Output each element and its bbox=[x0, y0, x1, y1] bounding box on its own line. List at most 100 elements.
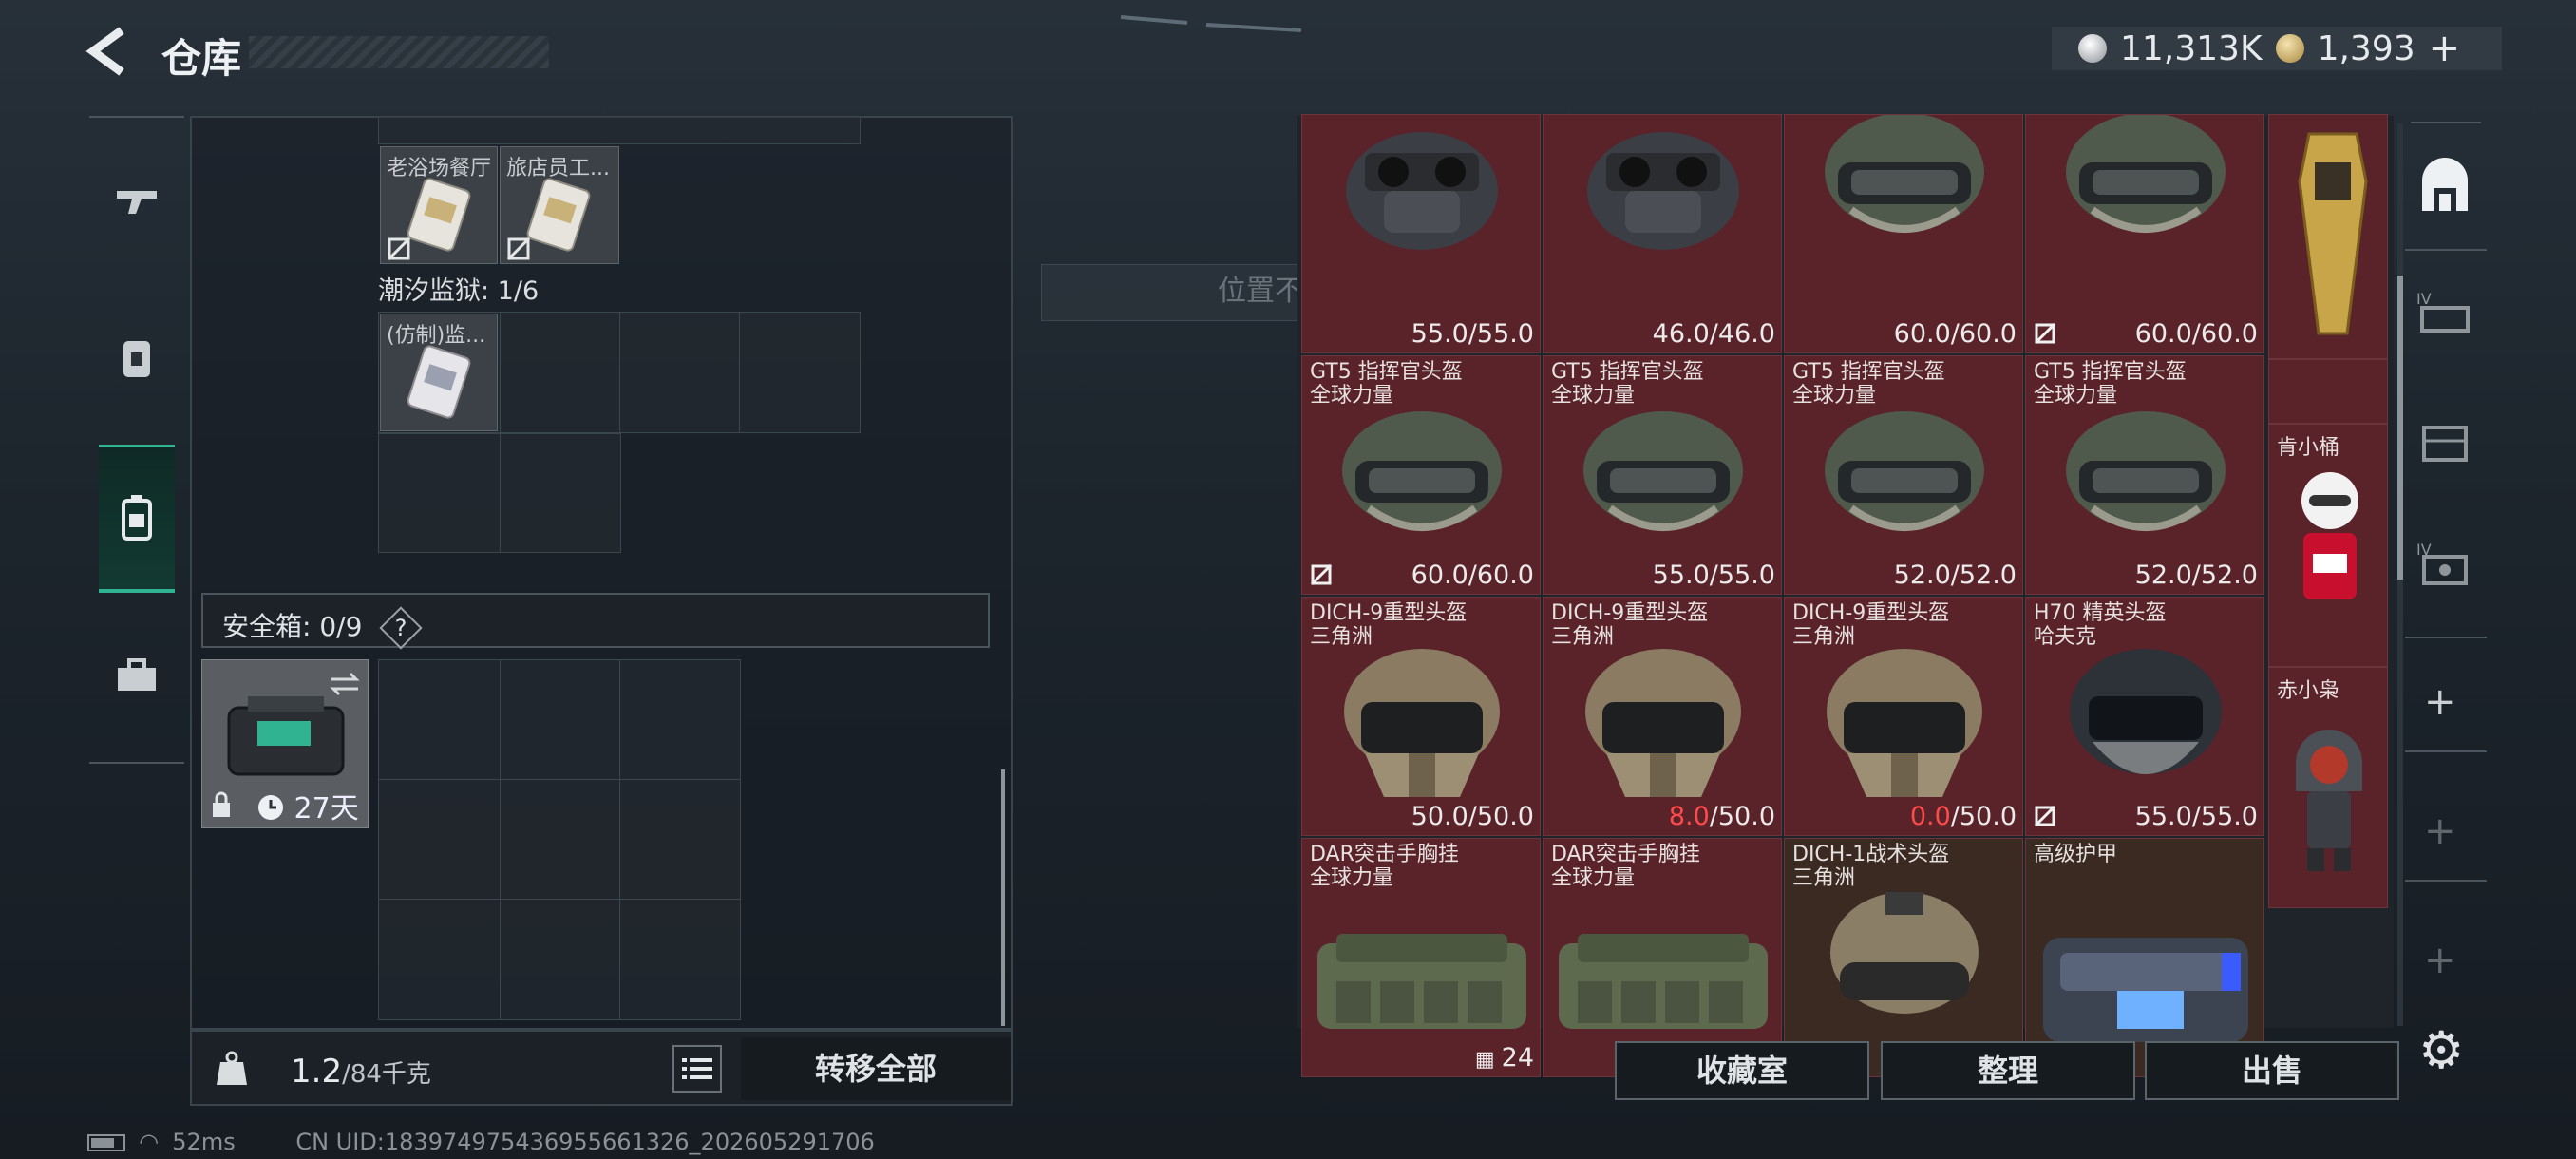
gold-amount: 1,393 bbox=[2317, 28, 2415, 68]
list-view-button[interactable] bbox=[672, 1045, 722, 1092]
item-durability: 50.0/50.0 bbox=[1411, 802, 1534, 831]
inventory-item[interactable]: GT5 指挥官头盔 全球力量 60.0/60.0 bbox=[1301, 355, 1541, 595]
item-faction: 哈夫克 bbox=[2034, 625, 2097, 649]
backpack-icon[interactable] bbox=[101, 317, 173, 399]
item-tile[interactable]: 旅店员工... bbox=[500, 146, 619, 264]
trophy-item[interactable] bbox=[2268, 114, 2388, 359]
item-durability: 60.0/60.0 bbox=[1894, 319, 2017, 349]
list-icon bbox=[682, 1058, 712, 1079]
helmet-image bbox=[1568, 394, 1758, 565]
item-name: 赤小枭 bbox=[2277, 679, 2340, 703]
grid-top-strip bbox=[378, 116, 861, 144]
add-slot-icon[interactable]: + bbox=[2424, 680, 2456, 724]
durability-value: 55.0/55.0 bbox=[1411, 319, 1534, 349]
safe-box-header: 安全箱: 0/9 ? bbox=[201, 593, 990, 650]
inventory-item[interactable]: DICH-9重型头盔 三角洲 8.0/50.0 bbox=[1543, 597, 1782, 836]
grid-line bbox=[619, 312, 620, 433]
left-nav bbox=[89, 116, 184, 764]
item-faction: 三角洲 bbox=[1792, 866, 1856, 890]
stash-scrollbar[interactable] bbox=[1001, 770, 1005, 1026]
back-arrow-icon[interactable] bbox=[84, 25, 141, 82]
helmet-image bbox=[2051, 115, 2241, 267]
inventory-item[interactable]: DICH-9重型头盔 三角洲 0.0/50.0 bbox=[1784, 597, 2023, 836]
durability-value: 60.0/60.0 bbox=[1411, 560, 1534, 590]
inventory-item[interactable]: 60.0/60.0 bbox=[1784, 114, 2023, 353]
inventory-item[interactable]: 55.0/55.0 bbox=[1301, 114, 1541, 353]
inventory-item[interactable]: DAR突击手胸挂全球力量 ▦ 24 bbox=[1301, 838, 1541, 1077]
gear-icon[interactable]: ⚙ bbox=[2418, 1020, 2464, 1080]
toolbox-icon[interactable] bbox=[101, 635, 173, 716]
rig-icon[interactable] bbox=[2418, 418, 2472, 467]
item-title: GT5 指挥官头盔 bbox=[1310, 360, 1463, 384]
capacity-icon: ▦ bbox=[1474, 1048, 1502, 1072]
item-durability: 52.0/52.0 bbox=[1894, 560, 2017, 590]
item-name: GT5 指挥官头盔 全球力量 bbox=[2034, 360, 2187, 408]
helmet-image bbox=[2051, 394, 2241, 565]
durability-value: 52.0/52.0 bbox=[2134, 560, 2258, 590]
item-tile[interactable]: (仿制)监... bbox=[380, 314, 498, 431]
item-name: DICH-1战术头盔 三角洲 bbox=[1792, 843, 1949, 890]
durability-value: 50.0/50.0 bbox=[1411, 802, 1534, 831]
item-title: GT5 指挥官头盔 bbox=[2034, 360, 2187, 384]
inventory-item[interactable]: GT5 指挥官头盔 全球力量 55.0/55.0 bbox=[1543, 355, 1782, 595]
item-tile[interactable]: 老浴场餐厅 bbox=[380, 146, 498, 264]
item-durability: 55.0/55.0 bbox=[1653, 560, 1775, 590]
figurine-item[interactable]: 赤小枭 bbox=[2268, 667, 2388, 908]
inventory-item[interactable]: H70 精英头盔 哈夫克 55.0/55.0 bbox=[2025, 597, 2264, 836]
no-sell-icon bbox=[506, 237, 531, 261]
item-faction: 三角洲 bbox=[1551, 625, 1615, 649]
armor-iv-icon[interactable]: IV bbox=[2416, 287, 2473, 336]
add-slot-icon[interactable]: + bbox=[2424, 939, 2456, 982]
divider bbox=[2405, 750, 2487, 752]
swap-icon[interactable] bbox=[328, 670, 362, 698]
weight-icon bbox=[217, 1051, 247, 1085]
inventory-item[interactable]: 60.0/60.0 bbox=[2025, 114, 2264, 353]
weapon-icon[interactable] bbox=[101, 160, 173, 241]
grid-line bbox=[378, 899, 741, 900]
divider bbox=[2405, 880, 2487, 882]
figurine-item[interactable]: 肯小桶 bbox=[2268, 424, 2388, 667]
status-bar: ◠ 52ms CN UID:18397497543695566132​6_202… bbox=[87, 1129, 875, 1155]
sell-button[interactable]: 出售 bbox=[2145, 1041, 2399, 1100]
item-faction: 全球力量 bbox=[1551, 384, 1636, 408]
uid-text: CN UID:18397497543695566132​6_2026052917… bbox=[295, 1129, 875, 1155]
add-currency-button[interactable]: + bbox=[2429, 27, 2461, 70]
hooded-figurine-icon bbox=[2286, 706, 2372, 877]
item-name: GT5 指挥官头盔 全球力量 bbox=[1792, 360, 1945, 408]
lock-icon bbox=[213, 791, 230, 817]
durability-value: 46.0/46.0 bbox=[1652, 319, 1775, 349]
inventory-item[interactable]: GT5 指挥官头盔 全球力量 52.0/52.0 bbox=[1784, 355, 2023, 595]
armor-image bbox=[2032, 915, 2260, 1057]
inventory-scrollbar[interactable] bbox=[2397, 124, 2403, 1026]
organize-button[interactable]: 整理 bbox=[1881, 1041, 2135, 1100]
title-decoration bbox=[249, 36, 549, 68]
page-title: 仓库 bbox=[161, 35, 242, 82]
item-title: DICH-9重型头盔 bbox=[1551, 601, 1709, 625]
item-durability: 52.0/52.0 bbox=[2135, 560, 2258, 590]
durability-value: 60.0/60.0 bbox=[1893, 319, 2017, 349]
document-icon bbox=[526, 178, 591, 252]
add-slot-icon[interactable]: + bbox=[2424, 809, 2456, 853]
item-durability: 55.0/55.0 bbox=[1411, 319, 1534, 349]
item-name: DICH-9重型头盔 三角洲 bbox=[1551, 601, 1708, 649]
item-faction: 全球力量 bbox=[1792, 384, 1877, 408]
grid-line bbox=[619, 659, 620, 1020]
storage-case-icon[interactable] bbox=[99, 445, 175, 593]
item-durability: 60.0/60.0 bbox=[1411, 560, 1534, 590]
collection-icon[interactable] bbox=[2415, 158, 2475, 218]
silver-coin-icon bbox=[2078, 34, 2107, 63]
item-faction: 全球力量 bbox=[1310, 866, 1394, 890]
collection-room-button[interactable]: 收藏室 bbox=[1615, 1041, 1869, 1100]
transfer-all-button[interactable]: 转移全部 bbox=[741, 1037, 1011, 1100]
item-title: DAR突击手胸挂 bbox=[1551, 843, 1700, 866]
durability-damaged: 8.0 bbox=[1668, 802, 1710, 831]
inventory-item[interactable]: 46.0/46.0 bbox=[1543, 114, 1782, 353]
item-title: DICH-9重型头盔 bbox=[1310, 601, 1468, 625]
inventory-item[interactable]: DICH-9重型头盔 三角洲 50.0/50.0 bbox=[1301, 597, 1541, 836]
durability-value: 60.0/60.0 bbox=[2134, 319, 2258, 349]
inventory-item[interactable]: GT5 指挥官头盔 全球力量 52.0/52.0 bbox=[2025, 355, 2264, 595]
item-durability: 55.0/55.0 bbox=[2135, 802, 2258, 831]
clock-icon bbox=[258, 795, 283, 820]
help-icon[interactable]: ? bbox=[379, 606, 423, 650]
backpack-iv-icon[interactable]: IV bbox=[2416, 538, 2473, 587]
